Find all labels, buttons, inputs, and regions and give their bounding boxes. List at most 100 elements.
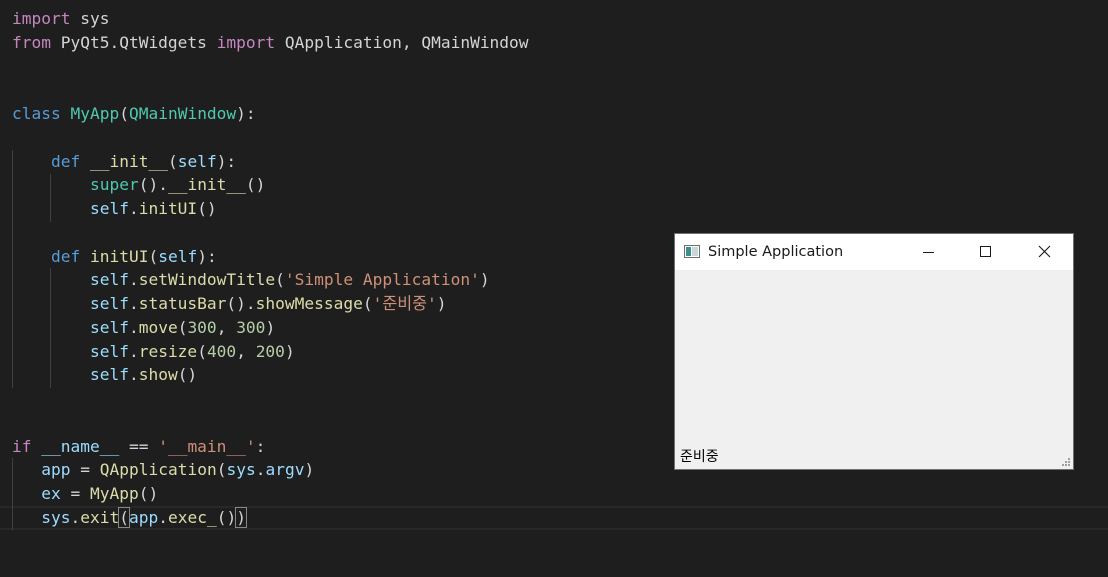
code-token: 200 [255,341,285,361]
code-token: () [197,199,217,218]
code-token: ): [216,151,237,171]
code-token: ) [436,294,447,313]
code-token: ): [236,104,256,123]
code-token: ( [167,151,178,171]
minimize-icon [923,252,934,253]
code-token: () [245,175,266,195]
code-token: self [89,294,129,313]
code-token: ( [216,460,227,480]
code-token: exec_ [167,507,217,527]
maximize-button[interactable] [963,234,1009,270]
code-token: . [128,199,139,218]
code-token: . [70,507,81,527]
code-line[interactable]: import sys [12,7,109,31]
code-token: ) [265,317,276,337]
code-line[interactable]: from PyQt5.QtWidgets import QApplication… [12,31,529,55]
code-token: . [255,460,266,480]
code-token: self [177,151,217,171]
code-token: QApplication [99,460,217,480]
code-token: sys [41,507,71,527]
code-token: class [12,104,61,123]
code-token: self [89,317,129,337]
code-token: () [138,484,159,503]
code-token: self [89,270,129,290]
code-token: PyQt5.QtWidgets [50,32,217,52]
code-token: = [70,460,100,480]
code-token: initUI [89,246,149,266]
code-token: ( [119,104,129,123]
code-line[interactable]: def initUI(self): [12,245,217,269]
code-token: MyApp [70,104,120,123]
code-token: () [177,365,198,385]
code-token: showMessage [255,294,363,313]
minimize-button[interactable] [905,234,951,270]
code-line[interactable]: ex = MyApp() [12,482,158,506]
code-token: . [128,365,139,385]
simple-application-window[interactable]: Simple Application 준비중 [674,233,1074,470]
code-line[interactable]: self.setWindowTitle('Simple Application'… [12,268,490,292]
code-line[interactable]: self.show() [12,363,197,387]
status-bar: 준비중 [675,446,1073,469]
code-token: resize [138,341,198,361]
close-button[interactable] [1021,234,1067,270]
code-token: self [89,365,129,385]
code-token: app [128,507,159,527]
window-title: Simple Application [708,244,844,260]
code-token: ( [275,270,285,290]
code-line[interactable]: self.resize(400, 200) [12,340,295,364]
code-token: initUI [138,199,198,218]
code-token: (). [226,294,256,313]
code-line[interactable]: def __init__(self): [12,150,236,174]
code-token: def [50,246,81,266]
code-line[interactable]: self.initUI() [12,197,217,221]
code-token: self [89,341,129,361]
code-token: __name__ [41,436,120,456]
code-line[interactable]: sys.exit(app.exec_()) [12,506,247,530]
code-token: == [119,436,159,456]
window-client-area [675,270,1073,434]
code-line[interactable]: self.statusBar().showMessage('준비중') [12,292,447,316]
code-token: '__main__' [158,436,256,456]
code-token: ) [479,270,490,290]
code-token: . [128,294,139,313]
code-token: self [89,199,129,218]
code-line[interactable]: app = QApplication(sys.argv) [12,458,314,482]
code-token: (). [138,175,168,195]
code-token: argv [265,460,305,480]
code-token: ( [362,294,373,313]
code-token: ( [197,341,207,361]
code-token: . [128,317,139,337]
code-token: def [50,151,81,171]
code-token: . [158,507,168,527]
code-line[interactable]: class MyApp(QMainWindow): [12,102,256,126]
code-token: import [216,32,276,52]
code-token: 400 [206,341,237,361]
code-token: 300 [187,317,217,337]
code-token: 'Simple Application' [284,270,480,290]
maximize-icon [980,246,991,257]
code-token: QMainWindow [128,104,237,123]
window-titlebar[interactable]: Simple Application [675,234,1073,270]
code-token: ): [197,246,217,266]
code-token: app [41,460,71,480]
app-window-icon [684,245,700,258]
code-token: self [158,246,198,266]
code-line[interactable]: self.move(300, 300) [12,316,275,340]
code-line[interactable]: super().__init__() [12,173,265,197]
code-token: ( [177,317,188,337]
code-token: , [216,317,237,337]
code-line[interactable]: if __name__ == '__main__': [12,435,265,459]
code-token: if [12,436,32,456]
size-grip-icon[interactable] [1059,455,1071,467]
